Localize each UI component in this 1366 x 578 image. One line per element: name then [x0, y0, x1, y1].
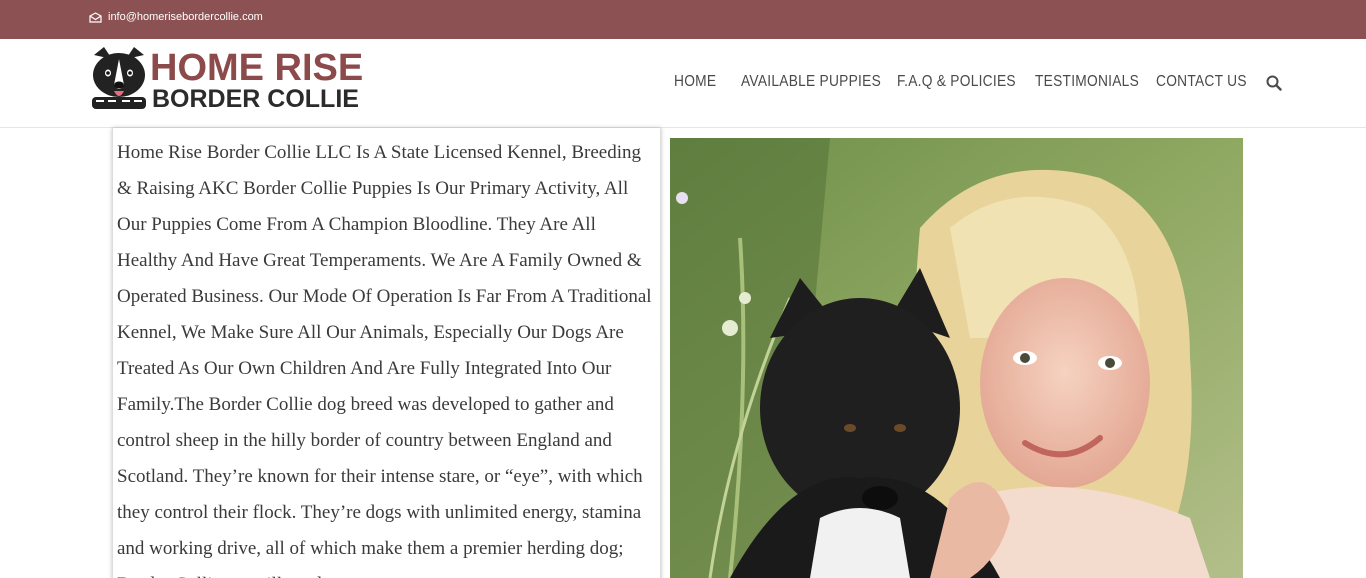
search-icon[interactable] [1266, 75, 1282, 91]
contact-email-text[interactable]: info@homerisebordercollie.com [108, 11, 263, 23]
nav-available-puppies[interactable]: AVAILABLE PUPPIES [741, 73, 881, 91]
contact-email[interactable]: info@homerisebordercollie.com [89, 11, 263, 23]
nav-home[interactable]: HOME [674, 73, 716, 91]
mail-icon [89, 11, 102, 23]
site-header: HOME RISE BORDER COLLIE HOME AVAILABLE P… [0, 39, 1366, 128]
main-nav: HOME AVAILABLE PUPPIES F.A.Q & POLICIES … [0, 73, 1366, 97]
nav-faq-policies[interactable]: F.A.Q & POLICIES [897, 73, 1016, 91]
about-text: Home Rise Border Collie LLC Is A State L… [117, 142, 652, 578]
nav-testimonials[interactable]: TESTIMONIALS [1035, 73, 1139, 91]
about-text-panel: Home Rise Border Collie LLC Is A State L… [112, 128, 661, 578]
nav-contact-us[interactable]: CONTACT US [1156, 73, 1247, 91]
girl-with-puppy-photo [670, 138, 1243, 578]
top-bar: info@homerisebordercollie.com [0, 0, 1366, 39]
